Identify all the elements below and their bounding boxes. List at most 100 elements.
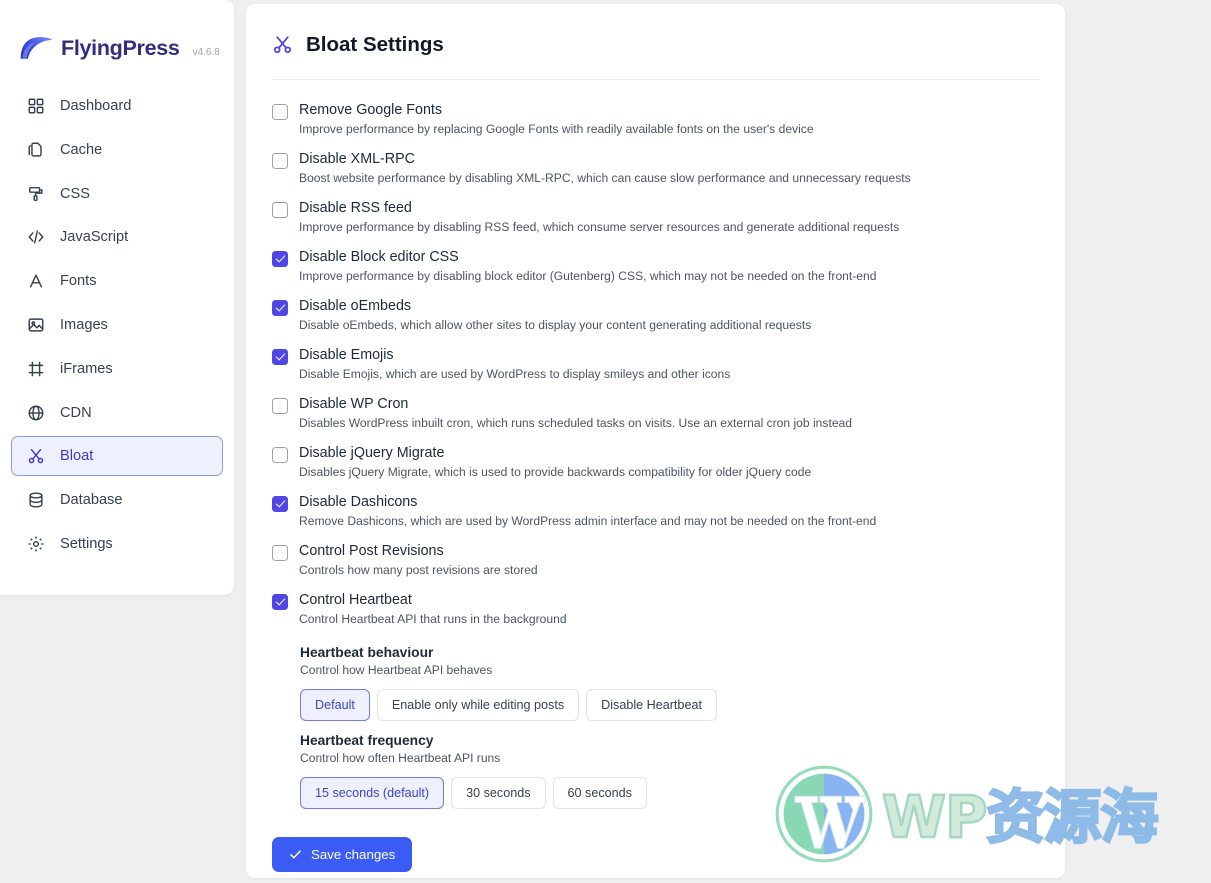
sidebar-item-label: CSS	[60, 185, 91, 202]
checkbox[interactable]	[272, 103, 288, 120]
sidebar-item-label: Dashboard	[60, 98, 132, 114]
setting-label: Disable jQuery Migrate	[299, 444, 445, 461]
card-header: Bloat Settings	[272, 4, 1039, 80]
code-icon	[26, 228, 45, 247]
sidebar-item-label: Fonts	[60, 273, 97, 290]
setting-label: Disable oEmbeds	[299, 297, 412, 314]
checkbox[interactable]	[272, 397, 288, 414]
globe-icon	[26, 403, 45, 422]
setting-label: Control Heartbeat	[299, 591, 412, 608]
checkbox[interactable]	[272, 348, 288, 365]
sidebar-item-label: Bloat	[60, 448, 94, 465]
checkbox[interactable]	[272, 250, 288, 267]
copy-icon	[26, 140, 45, 159]
sidebar-item-settings[interactable]: Settings	[11, 524, 223, 564]
sidebar-item-cache[interactable]: Cache	[11, 130, 223, 170]
setting-control-heartbeat[interactable]: Control Heartbeat Control Heartbeat API …	[272, 584, 1039, 633]
scissors-icon	[26, 447, 45, 466]
setting-disable-wp-cron[interactable]: Disable WP Cron Disables WordPress inbui…	[272, 388, 1039, 437]
heartbeat-frequency-option-60[interactable]: 60 seconds	[552, 777, 647, 809]
setting-disable-emojis[interactable]: Disable Emojis Disable Emojis, which are…	[272, 339, 1039, 388]
setting-disable-block-editor-css[interactable]: Disable Block editor CSS Improve perform…	[272, 241, 1039, 290]
heartbeat-behaviour-description: Control how Heartbeat API behaves	[300, 663, 493, 677]
sidebar-item-database[interactable]: Database	[11, 480, 223, 520]
save-row: Save changes	[272, 809, 1039, 872]
checkbox[interactable]	[272, 544, 288, 561]
heartbeat-behaviour-title: Heartbeat behaviour	[300, 645, 434, 660]
sidebar-item-iframes[interactable]: iFrames	[11, 349, 223, 389]
heartbeat-behaviour-option-editing-posts[interactable]: Enable only while editing posts	[376, 689, 580, 721]
sidebar-item-fonts[interactable]: Fonts	[11, 261, 223, 301]
setting-description: Controls how many post revisions are sto…	[299, 562, 538, 577]
setting-disable-xml-rpc[interactable]: Disable XML-RPC Boost website performanc…	[272, 143, 1039, 192]
sidebar-item-dashboard[interactable]: Dashboard	[11, 86, 223, 126]
setting-description: Disable oEmbeds, which allow other sites…	[299, 317, 812, 332]
paint-roller-icon	[26, 184, 45, 203]
heartbeat-behaviour-option-default[interactable]: Default	[300, 689, 370, 721]
sidebar-item-cdn[interactable]: CDN	[11, 393, 223, 433]
heartbeat-frequency-section: Heartbeat frequency Control how often He…	[272, 721, 1039, 809]
heartbeat-frequency-option-30[interactable]: 30 seconds	[451, 777, 546, 809]
heartbeat-frequency-title: Heartbeat frequency	[300, 733, 434, 748]
heartbeat-frequency-option-15[interactable]: 15 seconds (default)	[300, 777, 445, 809]
sidebar-item-label: Settings	[60, 535, 113, 552]
sidebar: FlyingPress v4.6.8 Dashboard Cache CSS J…	[0, 0, 234, 595]
sidebar-item-css[interactable]: CSS	[11, 174, 223, 214]
setting-disable-oembeds[interactable]: Disable oEmbeds Disable oEmbeds, which a…	[272, 290, 1039, 339]
settings-list: Remove Google Fonts Improve performance …	[272, 80, 1039, 872]
heartbeat-frequency-options: 15 seconds (default) 30 seconds 60 secon…	[300, 777, 1039, 809]
sidebar-nav: Dashboard Cache CSS JavaScript Fonts Ima…	[0, 86, 234, 564]
setting-description: Control Heartbeat API that runs in the b…	[299, 611, 567, 626]
setting-description: Remove Dashicons, which are used by Word…	[299, 513, 877, 528]
checkbox[interactable]	[272, 299, 288, 316]
setting-disable-dashicons[interactable]: Disable Dashicons Remove Dashicons, whic…	[272, 486, 1039, 535]
sidebar-item-javascript[interactable]: JavaScript	[11, 217, 223, 257]
bloat-settings-card: Bloat Settings Remove Google Fonts Impro…	[246, 4, 1065, 878]
setting-description: Improve performance by disabling RSS fee…	[299, 219, 900, 234]
checkbox[interactable]	[272, 446, 288, 463]
sidebar-item-label: JavaScript	[60, 229, 129, 246]
check-icon	[289, 848, 302, 861]
setting-label: Control Post Revisions	[299, 542, 444, 559]
heartbeat-behaviour-section: Heartbeat behaviour Control how Heartbea…	[272, 633, 1039, 721]
gear-icon	[26, 534, 45, 553]
sidebar-item-label: Database	[60, 492, 123, 509]
sidebar-item-images[interactable]: Images	[11, 305, 223, 345]
sidebar-item-label: Images	[60, 316, 108, 333]
grid-icon	[26, 97, 45, 116]
setting-label: Disable WP Cron	[299, 395, 409, 412]
scissors-icon	[272, 34, 294, 56]
letter-a-icon	[26, 272, 45, 291]
version-label: v4.6.8	[192, 47, 220, 58]
brand-name: FlyingPress	[61, 35, 180, 60]
image-icon	[26, 315, 45, 334]
setting-description: Disables WordPress inbuilt cron, which r…	[299, 415, 852, 430]
setting-label: Disable RSS feed	[299, 199, 412, 216]
checkbox[interactable]	[272, 495, 288, 512]
setting-description: Disables jQuery Migrate, which is used t…	[299, 464, 812, 479]
setting-label: Remove Google Fonts	[299, 101, 443, 118]
setting-control-post-revisions[interactable]: Control Post Revisions Controls how many…	[272, 535, 1039, 584]
sidebar-item-label: iFrames	[60, 360, 113, 377]
setting-description: Improve performance by disabling block e…	[299, 268, 877, 283]
page-title: Bloat Settings	[306, 33, 444, 56]
setting-label: Disable Block editor CSS	[299, 248, 459, 265]
save-changes-button[interactable]: Save changes	[272, 837, 413, 872]
database-icon	[26, 491, 45, 510]
setting-disable-jquery-migrate[interactable]: Disable jQuery Migrate Disables jQuery M…	[272, 437, 1039, 486]
sidebar-item-label: Cache	[60, 141, 103, 158]
app-root: FlyingPress v4.6.8 Dashboard Cache CSS J…	[0, 0, 1211, 883]
checkbox[interactable]	[272, 593, 288, 610]
checkbox[interactable]	[272, 201, 288, 218]
checkbox[interactable]	[272, 152, 288, 169]
setting-remove-google-fonts[interactable]: Remove Google Fonts Improve performance …	[272, 94, 1039, 143]
setting-description: Boost website performance by disabling X…	[299, 170, 911, 185]
setting-description: Improve performance by replacing Google …	[299, 121, 814, 136]
setting-disable-rss-feed[interactable]: Disable RSS feed Improve performance by …	[272, 192, 1039, 241]
sidebar-item-bloat[interactable]: Bloat	[11, 436, 223, 477]
frame-icon	[26, 359, 45, 378]
setting-description: Disable Emojis, which are used by WordPr…	[299, 366, 731, 381]
sidebar-item-label: CDN	[60, 404, 92, 421]
flyingpress-logo-icon	[18, 34, 54, 62]
heartbeat-behaviour-option-disable[interactable]: Disable Heartbeat	[586, 689, 717, 721]
